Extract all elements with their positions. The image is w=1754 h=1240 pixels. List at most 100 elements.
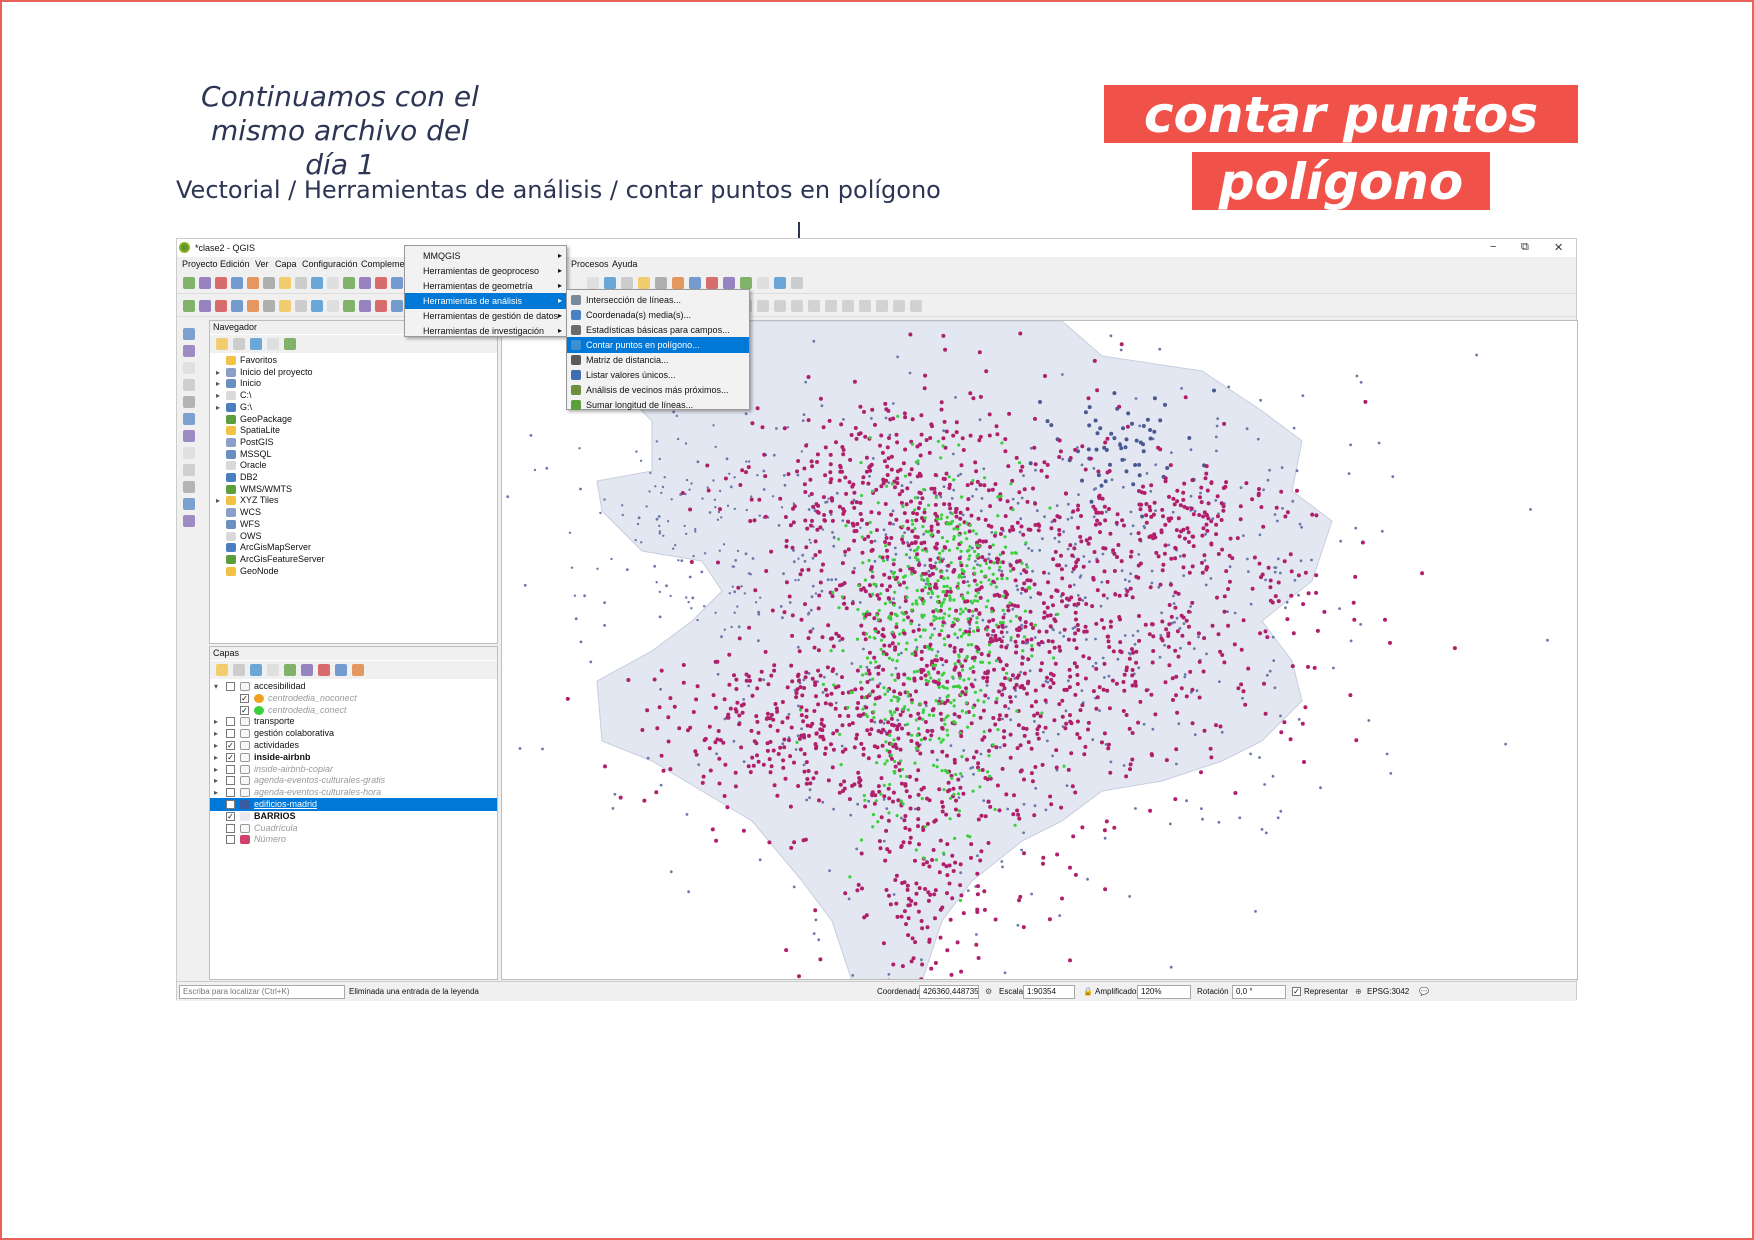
side-tool-10-icon[interactable] — [183, 481, 195, 493]
layer-visibility-checkbox[interactable] — [226, 823, 235, 833]
edit-tool-9-icon[interactable] — [311, 300, 323, 312]
edit-tool-12-icon[interactable] — [359, 300, 371, 312]
menu-ayuda[interactable]: Ayuda — [612, 259, 637, 269]
side-tool-3-icon[interactable] — [183, 362, 195, 374]
edit-tool-10-icon[interactable] — [327, 300, 339, 312]
analysis-menu-item[interactable]: Listar valores únicos... — [567, 367, 749, 383]
layer-visibility-checkbox[interactable] — [226, 835, 235, 845]
attributes-tool-1-icon[interactable] — [587, 277, 599, 289]
side-tool-11-icon[interactable] — [183, 498, 195, 510]
ltb-tool-2-icon[interactable] — [233, 664, 245, 676]
edit-tool-8-icon[interactable] — [295, 300, 307, 312]
analysis-menu-item[interactable]: Coordenada(s) media(s)... — [567, 307, 749, 323]
attributes-tool-8-icon[interactable] — [706, 277, 718, 289]
analysis-menu-item[interactable]: Contar puntos en polígono... — [567, 337, 749, 353]
edit-tool-1-icon[interactable] — [183, 300, 195, 312]
layer-visibility-checkbox[interactable] — [226, 776, 235, 786]
analysis-menu-item[interactable]: Matriz de distancia... — [567, 352, 749, 368]
attributes-tool-11-icon[interactable] — [757, 277, 769, 289]
layer-visibility-checkbox[interactable] — [226, 717, 235, 727]
scale-field[interactable]: 1:90354 — [1023, 985, 1075, 999]
menu-ver[interactable]: Ver — [255, 259, 269, 269]
side-tool-4-icon[interactable] — [183, 379, 195, 391]
crs-globe-icon[interactable]: ⊕ — [1355, 987, 1362, 996]
edit-tool-2-icon[interactable] — [199, 300, 211, 312]
menu-capa[interactable]: Capa — [275, 259, 297, 269]
plugin-tool-16-icon[interactable] — [842, 300, 854, 312]
plugin-tool-17-icon[interactable] — [859, 300, 871, 312]
layer-visibility-checkbox[interactable]: ✓ — [240, 693, 249, 703]
lock-icon[interactable]: 🔒 — [1083, 987, 1093, 996]
vectorial-menu-item[interactable]: Herramientas de análisis ▸ — [405, 293, 566, 309]
side-tool-6-icon[interactable] — [183, 413, 195, 425]
analysis-menu-item[interactable]: Intersección de líneas... — [567, 292, 749, 308]
btb-tool-1-icon[interactable] — [216, 338, 228, 350]
main-tool-9-icon[interactable] — [311, 277, 323, 289]
main-tool-3-icon[interactable] — [215, 277, 227, 289]
edit-tool-5-icon[interactable] — [247, 300, 259, 312]
vectorial-menu-item[interactable]: Herramientas de gestión de datos ▸ — [405, 308, 566, 324]
layer-visibility-checkbox[interactable]: ✓ — [226, 800, 235, 809]
plugin-tool-14-icon[interactable] — [808, 300, 820, 312]
vectorial-menu-item[interactable]: Herramientas de investigación ▸ — [405, 323, 566, 339]
layer-visibility-checkbox[interactable]: ✓ — [226, 741, 235, 750]
layer-visibility-checkbox[interactable]: ✓ — [226, 811, 235, 821]
menu-edici-n[interactable]: Edición — [220, 259, 250, 269]
attributes-tool-3-icon[interactable] — [621, 277, 633, 289]
analysis-menu-item[interactable]: Estadísticas básicas para campos... — [567, 322, 749, 338]
plugin-tool-11-icon[interactable] — [757, 300, 769, 312]
main-tool-5-icon[interactable] — [247, 277, 259, 289]
edit-tool-11-icon[interactable] — [343, 300, 355, 312]
vectorial-menu-item[interactable]: MMQGIS ▸ — [405, 248, 566, 264]
main-tool-8-icon[interactable] — [295, 277, 307, 289]
layer-item[interactable]: Número — [210, 833, 497, 846]
main-tool-10-icon[interactable] — [327, 277, 339, 289]
analysis-menu-item[interactable]: Sumar longitud de líneas... — [567, 397, 749, 413]
btb-tool-2-icon[interactable] — [233, 338, 245, 350]
main-tool-7-icon[interactable] — [279, 277, 291, 289]
ltb-tool-6-icon[interactable] — [301, 664, 313, 676]
render-checkbox[interactable]: ✓ — [1292, 987, 1301, 996]
side-tool-2-icon[interactable] — [183, 345, 195, 357]
edit-tool-3-icon[interactable] — [215, 300, 227, 312]
attributes-tool-10-icon[interactable] — [740, 277, 752, 289]
layer-visibility-checkbox[interactable]: ✓ — [226, 752, 235, 762]
locator-search-input[interactable]: Escriba para localizar (Ctrl+K) — [179, 985, 345, 999]
edit-tool-4-icon[interactable] — [231, 300, 243, 312]
plugin-tool-12-icon[interactable] — [774, 300, 786, 312]
vectorial-menu-item[interactable]: Herramientas de geoproceso ▸ — [405, 263, 566, 279]
minimize-button[interactable]: − — [1490, 241, 1496, 253]
side-tool-12-icon[interactable] — [183, 515, 195, 527]
main-tool-11-icon[interactable] — [343, 277, 355, 289]
close-button[interactable]: ✕ — [1554, 241, 1563, 254]
layer-visibility-checkbox[interactable] — [226, 764, 235, 774]
magnifier-field[interactable]: 120% — [1137, 985, 1191, 999]
main-tool-14-icon[interactable] — [391, 277, 403, 289]
plugin-tool-20-icon[interactable] — [910, 300, 922, 312]
ltb-tool-7-icon[interactable] — [318, 664, 330, 676]
ltb-tool-3-icon[interactable] — [250, 664, 262, 676]
attributes-tool-12-icon[interactable] — [774, 277, 786, 289]
plugin-tool-19-icon[interactable] — [893, 300, 905, 312]
main-tool-13-icon[interactable] — [375, 277, 387, 289]
main-tool-12-icon[interactable] — [359, 277, 371, 289]
main-tool-1-icon[interactable] — [183, 277, 195, 289]
ltb-tool-5-icon[interactable] — [284, 664, 296, 676]
vectorial-menu-item[interactable]: Herramientas de geometría ▸ — [405, 278, 566, 294]
attributes-tool-5-icon[interactable] — [655, 277, 667, 289]
messages-icon[interactable]: 💬 — [1419, 987, 1429, 996]
plugin-tool-15-icon[interactable] — [825, 300, 837, 312]
attributes-tool-9-icon[interactable] — [723, 277, 735, 289]
side-tool-5-icon[interactable] — [183, 396, 195, 408]
crs-button[interactable]: EPSG:3042 — [1367, 987, 1409, 996]
btb-tool-5-icon[interactable] — [284, 338, 296, 350]
ltb-tool-8-icon[interactable] — [335, 664, 347, 676]
layer-visibility-checkbox[interactable] — [226, 682, 235, 691]
ltb-tool-4-icon[interactable] — [267, 664, 279, 676]
attributes-tool-2-icon[interactable] — [604, 277, 616, 289]
edit-tool-14-icon[interactable] — [391, 300, 403, 312]
side-tool-7-icon[interactable] — [183, 430, 195, 442]
toggle-extents-icon[interactable]: ⚙ — [985, 987, 992, 996]
menu-procesos[interactable]: Procesos — [571, 259, 609, 269]
btb-tool-4-icon[interactable] — [267, 338, 279, 350]
